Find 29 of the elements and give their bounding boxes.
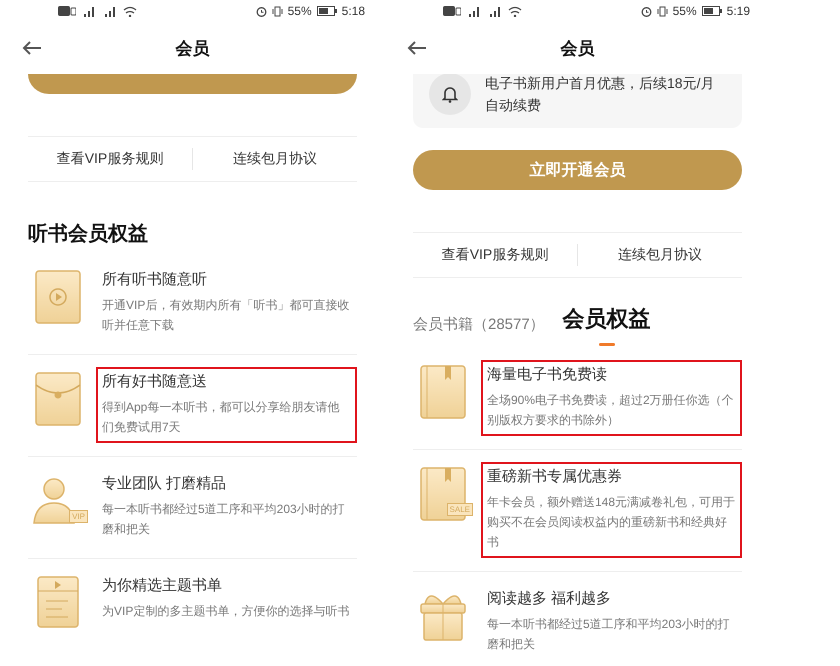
- agreement-link[interactable]: 连续包月协议: [578, 246, 742, 264]
- clock-time: 5:18: [342, 4, 365, 18]
- benefit-title: 所有听书随意听: [102, 270, 208, 290]
- benefit-title: 所有好书随意送: [102, 372, 208, 392]
- benefit-description: 每一本听书都经过5道工序和平均203小时的打磨和把关: [487, 616, 731, 653]
- benefit-title: 海量电子书免费读: [487, 365, 608, 385]
- battery-percent: 55%: [672, 4, 697, 18]
- clock-time: 5:19: [726, 4, 750, 18]
- benefit-description: 年卡会员，额外赠送148元满减卷礼包，可用于购买不在会员阅读权益内的重磅新书和经典好书: [487, 494, 736, 551]
- agreement-link[interactable]: 查看VIP服务规则: [413, 246, 577, 264]
- section-heading: 听书会员权益: [28, 222, 149, 247]
- benefit-title: 专业团队 打磨精品: [102, 474, 228, 494]
- benefit-description: 得到App每一本听书，都可以分享给朋友请他们免费试用7天: [102, 399, 340, 436]
- battery-percent: 55%: [288, 4, 312, 18]
- benefit-title: 重磅新书专属优惠券: [487, 467, 623, 487]
- benefit-description: 开通VIP后，有效期内所有「听书」都可直接收听并任意下载: [102, 297, 350, 334]
- benefit-description: 全场90%电子书免费读，超过2万册任你选（个别版权方要求的书除外）: [487, 392, 735, 429]
- icon-badge: SALE: [446, 503, 473, 516]
- page-title: 会员: [176, 38, 210, 60]
- agreement-link[interactable]: 连续包月协议: [193, 150, 357, 168]
- page-title: 会员: [560, 38, 594, 60]
- notice-text: 电子书新用户首月优惠，后续18元/月自动续费: [485, 74, 716, 115]
- benefit-title: 为你精选主题书单: [102, 576, 223, 596]
- agreement-link[interactable]: 查看VIP服务规则: [28, 150, 192, 168]
- tab[interactable]: 会员书籍（28577）: [413, 315, 545, 342]
- benefit-title: 阅读越多 福利越多: [487, 589, 612, 609]
- icon-badge: VIP: [69, 510, 88, 523]
- benefit-description: 每一本听书都经过5道工序和平均203小时的打磨和把关: [102, 501, 346, 538]
- benefit-description: 为VIP定制的多主题书单，方便你的选择与听书: [102, 603, 350, 620]
